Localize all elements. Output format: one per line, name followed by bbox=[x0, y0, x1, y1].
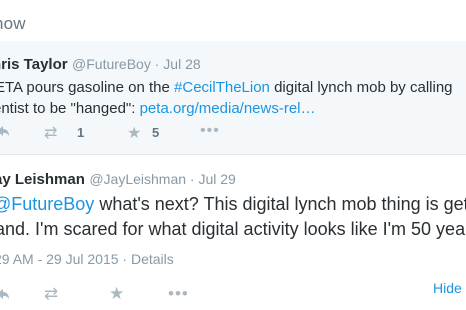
mention-link[interactable]: @FutureBoy bbox=[0, 194, 94, 214]
like-count: 5 bbox=[152, 125, 160, 140]
author-name[interactable]: ay Leishman bbox=[0, 171, 85, 188]
tweet-text-line: ETA pours gasoline on the #CecilTheLion … bbox=[0, 79, 453, 96]
tweet-header: ay Leishman @JayLeishman · Jul 29 bbox=[0, 171, 236, 189]
reply-icon[interactable] bbox=[0, 287, 10, 301]
retweet-icon[interactable]: ⇄ bbox=[44, 123, 57, 143]
tweet-header: hris Taylor @FutureBoy · Jul 28 bbox=[0, 56, 201, 74]
tweet-text: what's next? This digital lynch mob thin… bbox=[94, 194, 466, 214]
tweet-timestamp[interactable]: 29 AM - 29 Jul 2015 · Details bbox=[0, 251, 174, 267]
tweet-text: and. I'm scared for what digital activit… bbox=[0, 219, 466, 239]
tweet-text-line: @FutureBoy what's next? This digital lyn… bbox=[0, 194, 466, 215]
divider bbox=[0, 154, 466, 155]
timestamp-label: now bbox=[0, 14, 26, 33]
author-handle[interactable]: @FutureBoy · Jul 28 bbox=[72, 56, 201, 72]
tweet-text: entist to be "hanged": bbox=[0, 100, 140, 117]
more-icon[interactable]: ••• bbox=[200, 122, 220, 140]
star-icon[interactable]: ★ bbox=[109, 284, 124, 304]
retweet-count: 1 bbox=[77, 125, 85, 140]
author-handle[interactable]: @JayLeishman · Jul 29 bbox=[89, 171, 236, 187]
tweet-text-line: entist to be "hanged": peta.org/media/ne… bbox=[0, 100, 316, 117]
hide-conversation-link[interactable]: Hide c bbox=[433, 280, 466, 296]
tweet-text: digital lynch mob by calling bbox=[269, 79, 453, 96]
star-icon[interactable]: ★ bbox=[127, 123, 141, 143]
url-link[interactable]: peta.org/media/news-rel… bbox=[140, 100, 316, 117]
reply-icon[interactable] bbox=[0, 124, 10, 138]
more-icon[interactable]: ••• bbox=[168, 284, 189, 304]
author-name[interactable]: hris Taylor bbox=[0, 56, 68, 73]
tweet-text: ETA pours gasoline on the bbox=[0, 79, 175, 96]
hashtag-link[interactable]: #CecilTheLion bbox=[174, 79, 270, 96]
retweet-icon[interactable]: ⇄ bbox=[44, 284, 58, 304]
